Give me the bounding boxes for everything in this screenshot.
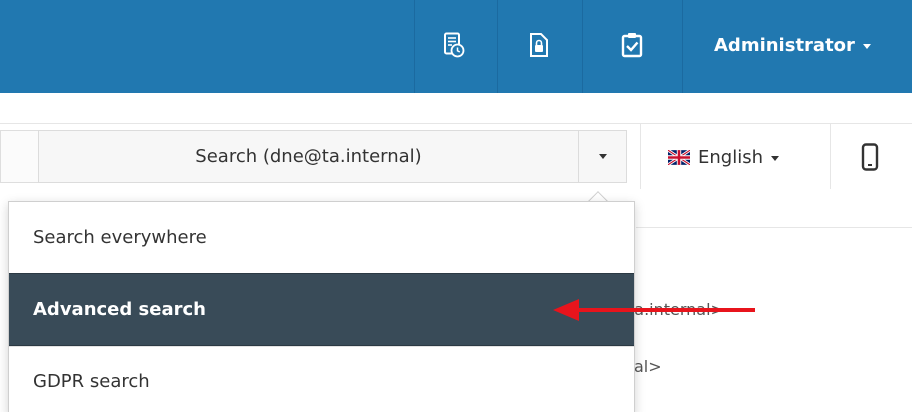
annotation-arrow bbox=[553, 299, 755, 321]
chevron-down-icon bbox=[862, 43, 871, 49]
search-button-label: Search (dne@ta.internal) bbox=[195, 146, 422, 167]
list-item-email: al> bbox=[634, 357, 662, 376]
user-name: Administrator bbox=[714, 34, 855, 56]
language-selector[interactable]: English bbox=[668, 140, 779, 174]
search-dropdown-toggle[interactable] bbox=[578, 130, 627, 183]
language-label: English bbox=[698, 146, 763, 168]
uk-flag-icon bbox=[668, 149, 690, 165]
menu-item-gdpr-search[interactable]: GDPR search bbox=[9, 346, 634, 412]
menu-item-label: Search everywhere bbox=[33, 227, 207, 248]
menu-item-search-everywhere[interactable]: Search everywhere bbox=[9, 202, 634, 273]
app-root: Administrator Search (dne@ta.internal) E… bbox=[0, 0, 912, 412]
menu-item-label: Advanced search bbox=[33, 299, 206, 320]
clipboard-check-icon[interactable] bbox=[619, 30, 645, 60]
toolbar-separator bbox=[640, 124, 641, 189]
navbar-divider bbox=[497, 0, 498, 93]
content-divider bbox=[636, 227, 912, 228]
report-clock-icon[interactable] bbox=[441, 30, 467, 60]
navbar-divider bbox=[414, 0, 415, 93]
menu-item-advanced-search[interactable]: Advanced search bbox=[9, 273, 634, 346]
search-dropdown-menu: Search everywhere Advanced search GDPR s… bbox=[8, 201, 635, 412]
file-lock-icon[interactable] bbox=[526, 30, 552, 60]
search-input[interactable] bbox=[0, 130, 38, 183]
navbar-divider bbox=[582, 0, 583, 93]
mobile-phone-icon[interactable] bbox=[858, 142, 882, 172]
menu-item-label: GDPR search bbox=[33, 371, 150, 392]
search-button[interactable]: Search (dne@ta.internal) bbox=[38, 130, 579, 183]
navbar-divider bbox=[682, 0, 683, 93]
toolbar-separator bbox=[830, 124, 831, 189]
user-menu[interactable]: Administrator bbox=[714, 28, 871, 62]
toolbar-divider bbox=[0, 123, 912, 124]
chevron-down-icon bbox=[598, 154, 607, 159]
top-navbar: Administrator bbox=[0, 0, 912, 93]
chevron-down-icon bbox=[771, 155, 779, 161]
